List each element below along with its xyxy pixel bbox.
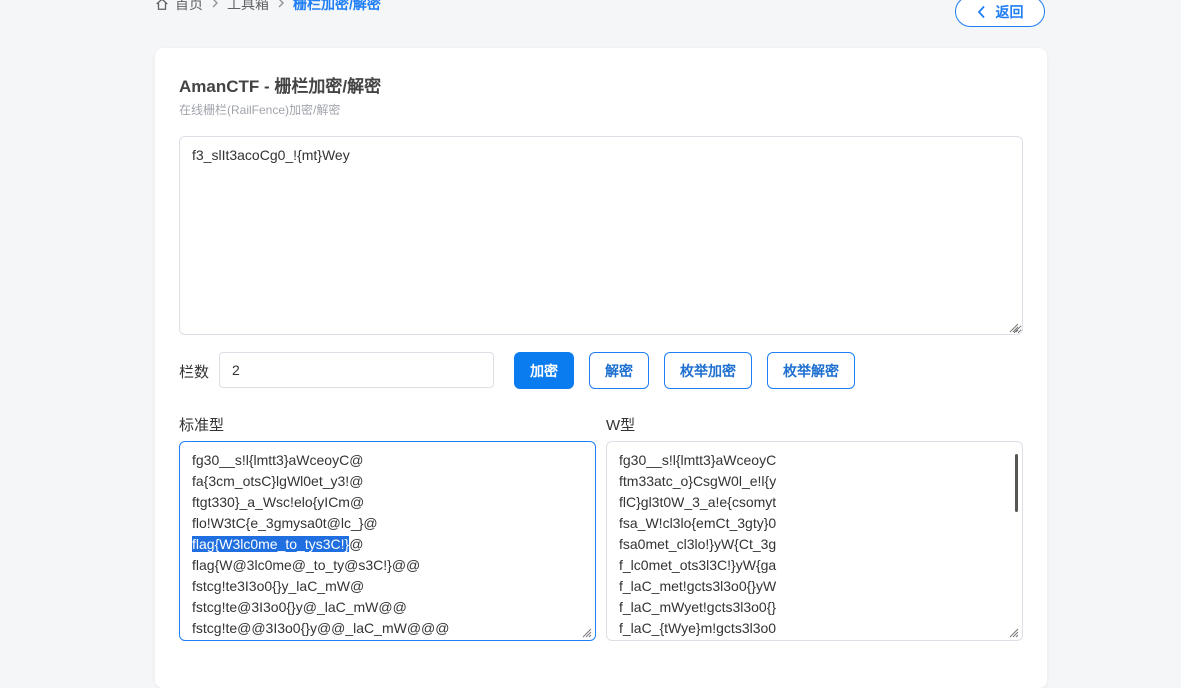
output-line: fg30__s!l{lmtt3}aWceoyC [619,452,777,468]
page-subtitle: 在线栅栏(RailFence)加密/解密 [179,103,341,117]
output-line: fa{3cm_otsC}lgWl0et_y3!@ [192,473,364,489]
rails-input[interactable] [219,352,494,388]
chevron-right-icon [277,0,285,11]
page-title: AmanCTF - 栅栏加密/解密 [179,77,382,96]
breadcrumb-toolbox[interactable]: 工具箱 [227,0,269,14]
output-line: ftm33atc_o}CsgW0l_e!l{y [619,473,777,489]
output-line: flo!W3tC{e_3gmysa0t@lc_}@ [192,515,378,531]
decrypt-button[interactable]: 解密 [589,352,649,389]
output-line: fstcg!te@@3I3o0{}y@@_laC_mW@@@ [192,620,450,636]
output-line: fg30__s!l{lmtt3}aWceoyC@ [192,452,364,468]
output-line: fstcg!te@3I3o0{}y@_laC_mW@@ [192,599,407,615]
output-line: fsa_W!cl3lo{emCt_3gty}0 [619,515,777,531]
home-icon [156,0,168,10]
standard-label: 标准型 [179,417,225,434]
scrollbar[interactable] [1015,454,1018,512]
selected-text: flag{W3lc0me_to_tys3C!} [192,536,350,552]
chevron-right-icon [211,0,219,11]
w-type-label: W型 [606,417,636,434]
breadcrumb-current: 栅栏加密/解密 [293,0,381,12]
output-line: ftgt330}_a_Wsc!elo{yICm@ [192,494,365,510]
output-line: f_laC_{tWye}m!gcts3l3o0 [619,620,777,636]
output-line: flag{W@3lc0me@_to_ty@s3C!}@@ [192,557,421,573]
chevron-left-icon [977,5,986,19]
output-line: fstcg!te3I3o0{}y_laC_mW@ [192,578,365,594]
output-line: flC}gl3t0W_3_a!e{csomyt [619,494,777,510]
enum-encrypt-button[interactable]: 枚举加密 [664,352,752,389]
output-line: f_laC_mWyet!gcts3l3o0{} [619,599,777,615]
unselected-text: @ [349,536,364,552]
output-line: f_laC_met!gcts3l3o0{}yW [619,578,777,594]
back-button-label: 返回 [995,3,1024,20]
back-button[interactable]: 返回 [955,0,1045,27]
output-line: fsa0met_cl3lo!}yW{Ct_3g [619,536,777,552]
output-line: f_lc0met_ots3l3C!}yW{ga [619,557,777,573]
output-line-selected: flag{W3lc0me_to_tys3C!}@ [192,534,583,555]
ciphertext-input[interactable] [179,136,1023,335]
breadcrumb-home-label: 首页 [175,0,203,12]
railfence-card: AmanCTF - 栅栏加密/解密 在线栅栏(RailFence)加密/解密 栏… [155,48,1047,688]
encrypt-button[interactable]: 加密 [514,352,574,389]
standard-output[interactable]: fg30__s!l{lmtt3}aWceoyC@ fa{3cm_otsC}lgW… [179,441,596,641]
enum-decrypt-button[interactable]: 枚举解密 [767,352,855,389]
w-type-output[interactable]: fg30__s!l{lmtt3}aWceoyC ftm33atc_o}CsgW0… [606,441,1023,641]
breadcrumb-home[interactable]: 首页 [155,0,203,14]
rails-label: 栏数 [179,364,210,381]
breadcrumb: 首页 工具箱 栅栏加密/解密 [155,0,381,14]
